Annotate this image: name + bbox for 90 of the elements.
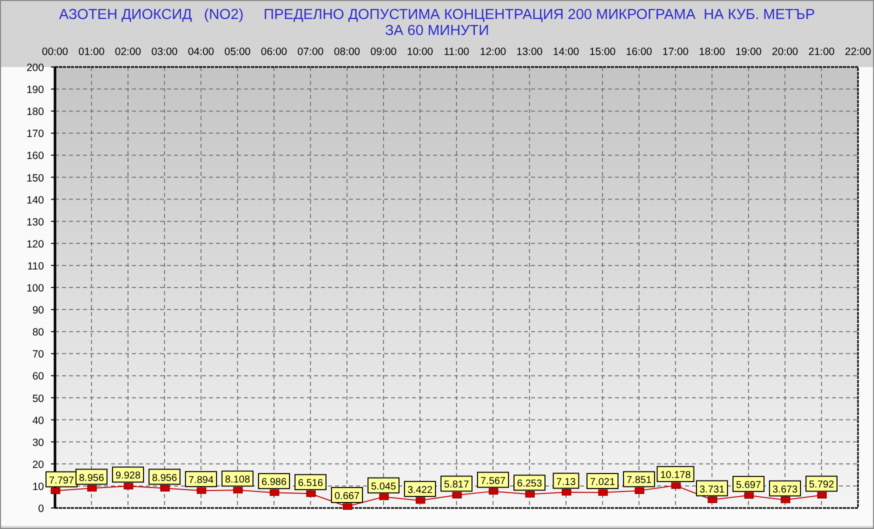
data-label: 8.108 — [224, 474, 250, 486]
data-label: 6.516 — [298, 478, 324, 490]
y-tick-label: 120 — [26, 238, 44, 250]
value-label: 3.422 — [404, 480, 436, 497]
y-tick-label: 200 — [26, 62, 44, 74]
value-label: 3.673 — [769, 480, 801, 496]
x-tick-label: 02:00 — [114, 46, 142, 58]
y-tick-label: 60 — [32, 370, 44, 383]
chart-title: АЗОТЕН ДИОКСИД (NO2) ПРЕДЕЛНО ДОПУСТИМА КОНЦЕНТРАЦИЯ 200 МИКРОГРАМА НА КУБ. МЕТЪР — [58, 7, 816, 23]
value-label: 6.253 — [514, 474, 546, 491]
data-label: 8.956 — [78, 472, 104, 484]
y-tick-label: 50 — [32, 392, 44, 405]
data-label: 7.021 — [590, 477, 616, 488]
y-tick-label: 180 — [26, 106, 44, 118]
data-label: 3.422 — [407, 484, 433, 496]
value-label: 8.956 — [148, 468, 180, 485]
data-label: 7.567 — [480, 476, 506, 487]
y-tick-label: 90 — [32, 304, 44, 317]
y-tick-label: 140 — [26, 194, 44, 206]
data-label: 6.986 — [261, 477, 287, 488]
x-tick-label: 17:00 — [662, 46, 689, 58]
data-label: 9.928 — [115, 470, 141, 482]
x-tick-label: 10:00 — [406, 46, 434, 58]
value-label: 5.792 — [806, 476, 838, 492]
x-tick-label: 07:00 — [297, 46, 324, 58]
x-tick-label: 04:00 — [188, 46, 214, 58]
y-tick-label: 80 — [32, 326, 44, 339]
x-tick-label: 00:00 — [42, 46, 68, 58]
x-tick-label: 18:00 — [698, 46, 726, 58]
data-label: 7.894 — [188, 475, 214, 486]
value-label: 7.894 — [185, 471, 217, 488]
data-label: 5.697 — [736, 480, 762, 491]
y-tick-label: 40 — [32, 414, 44, 427]
data-label: 5.045 — [370, 481, 396, 492]
data-label: 8.956 — [152, 472, 178, 484]
x-tick-label: 05:00 — [224, 46, 251, 58]
y-tick-label: 70 — [32, 348, 44, 361]
data-label: 7.851 — [626, 475, 652, 486]
y-tick-label: 190 — [26, 84, 44, 96]
x-tick-label: 19:00 — [735, 46, 762, 58]
x-tick-label: 06:00 — [260, 46, 288, 58]
value-label: 7.567 — [477, 472, 509, 488]
data-label: 5.817 — [444, 480, 470, 491]
y-tick-label: 110 — [27, 260, 44, 272]
chart-title: ЗА 60 МИНУТИ — [384, 23, 490, 39]
data-label: 6.253 — [516, 478, 542, 490]
x-tick-label: 22:00 — [844, 46, 872, 58]
value-label: 7.851 — [623, 471, 655, 488]
x-tick-label: 13:00 — [516, 46, 543, 58]
value-label: 5.697 — [732, 476, 764, 492]
value-label: 5.045 — [368, 477, 400, 494]
value-label: 6.986 — [258, 473, 290, 490]
y-tick-label: 150 — [26, 172, 44, 184]
y-tick-label: 130 — [26, 216, 44, 228]
value-label: 6.516 — [294, 474, 326, 490]
data-label: 7.13 — [556, 476, 576, 488]
value-label: 8.108 — [222, 470, 254, 487]
data-label: 0.667 — [334, 491, 360, 502]
value-label: 8.956 — [76, 468, 108, 485]
value-label: 7.13 — [552, 472, 580, 489]
value-label: 3.731 — [696, 480, 728, 496]
x-tick-label: 14:00 — [552, 46, 580, 58]
data-label: 3.673 — [772, 484, 798, 496]
y-tick-label: 0 — [38, 503, 44, 515]
value-label: 9.928 — [112, 466, 144, 483]
data-label: 10.178 — [660, 470, 692, 482]
x-tick-label: 12:00 — [480, 46, 506, 58]
x-tick-label: 09:00 — [370, 46, 397, 58]
x-tick-label: 21:00 — [808, 46, 835, 58]
value-label: 5.817 — [440, 476, 472, 492]
value-label: 0.667 — [331, 487, 363, 504]
y-tick-label: 160 — [26, 150, 44, 162]
y-tick-label: 20 — [32, 458, 44, 471]
value-label: 7.797 — [46, 471, 78, 488]
data-label: 5.792 — [808, 480, 834, 491]
x-tick-label: 03:00 — [151, 46, 178, 58]
x-tick-label: 08:00 — [334, 46, 360, 58]
value-label: 7.021 — [586, 473, 618, 490]
data-label: 7.797 — [48, 475, 74, 486]
x-tick-label: 11:00 — [444, 46, 470, 58]
x-tick-label: 16:00 — [626, 46, 652, 58]
x-tick-label: 15:00 — [589, 46, 616, 58]
y-tick-label: 30 — [32, 436, 44, 449]
y-tick-label: 170 — [26, 128, 44, 140]
x-tick-label: 01:00 — [78, 46, 105, 58]
value-label: 10.178 — [656, 466, 694, 482]
y-tick-label: 10 — [32, 480, 44, 493]
data-label: 3.731 — [699, 484, 725, 496]
y-tick-label: 100 — [26, 282, 44, 294]
x-tick-label: 20:00 — [772, 46, 798, 58]
